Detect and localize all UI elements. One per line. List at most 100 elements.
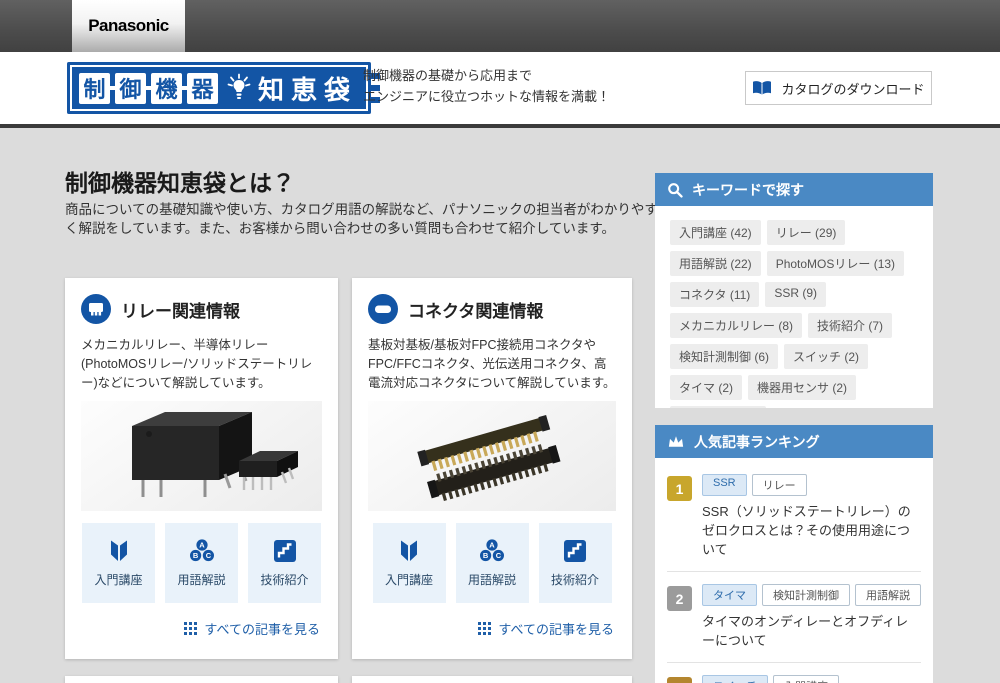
grid-icon — [478, 622, 491, 635]
ranking-item-content: スイッチ 入門講座 モーメンタリ？ オルタネイト？ スイッチ — [702, 675, 921, 683]
main-content: 制御機器知恵袋とは？ 商品についての基礎知識や使い方、カタログ用語の解説など、パ… — [0, 128, 1000, 683]
connector-see-all-link[interactable]: すべての記事を見る — [368, 619, 616, 638]
relay-product-photo — [81, 401, 322, 511]
keyword-tag[interactable]: メカニカルリレー (8) — [670, 313, 802, 338]
relay-card-title: リレー関連情報 — [121, 297, 240, 322]
keyword-tag[interactable]: リレー (29) — [767, 220, 846, 245]
ranking-item: 3 スイッチ 入門講座 モーメンタリ？ オルタネイト？ スイッチ — [667, 663, 921, 683]
site-logo[interactable]: 制 御 機 器 — [67, 62, 371, 114]
keyword-panel-header: キーワードで探す — [655, 173, 933, 206]
svg-text:B: B — [483, 551, 489, 560]
logo-suffix: 知恵袋 — [258, 70, 357, 107]
lightbulb-icon — [227, 73, 251, 103]
logo-char: 器 — [187, 73, 218, 104]
keyword-panel-body: 入門講座 (42) リレー (29) 用語解説 (22) PhotoMOSリレー… — [655, 206, 933, 408]
svg-text:A: A — [199, 541, 205, 550]
ranking-tag[interactable]: 検知計測制御 — [762, 584, 850, 606]
page: Panasonic 制 御 機 器 — [0, 0, 1000, 683]
catalog-download-label: カタログのダウンロード — [781, 79, 924, 98]
tagline: 制御機器の基礎から応用まで エンジニアに役立つホットな情報を満載！ — [363, 65, 610, 107]
connector-info-card: コネクタ関連情報 基板対基板/基板対FPC接続用コネクタやFPC/FFCコネクタ… — [352, 278, 632, 659]
keyword-tag[interactable]: 検知計測制御 (6) — [670, 344, 778, 369]
connector-beginner-course-button[interactable]: 入門講座 — [373, 523, 446, 603]
ranking-tag[interactable]: 用語解説 — [855, 584, 921, 606]
ranking-item-tags: タイマ 検知計測制御 用語解説 — [702, 584, 921, 606]
keyword-tag[interactable]: 技術紹介 (7) — [808, 313, 892, 338]
ranking-panel-body: 1 SSR リレー SSR（ソリッドステートリレー）のゼロクロスとは？その使用用… — [655, 458, 933, 683]
top-bar: Panasonic — [0, 0, 1000, 52]
relay-info-card: リレー関連情報 メカニカルリレー、半導体リレー(PhotoMOSリレー/ソリッド… — [65, 278, 338, 659]
rank-1-badge: 1 — [667, 476, 692, 501]
connector-product-photo — [368, 401, 616, 511]
tagline-line1: 制御機器の基礎から応用まで — [363, 65, 610, 86]
svg-text:C: C — [496, 551, 502, 560]
keyword-tag[interactable]: PhotoMOSリレー (13) — [767, 251, 904, 276]
tagline-line2: エンジニアに役立つホットな情報を満載！ — [363, 86, 610, 107]
panasonic-logo[interactable]: Panasonic — [72, 0, 185, 52]
logo-char: 機 — [151, 73, 182, 104]
abc-blocks-icon: A B C — [479, 538, 505, 564]
svg-text:B: B — [192, 551, 198, 560]
connector-icon — [368, 294, 398, 324]
connector-card-header: コネクタ関連情報 — [368, 294, 616, 324]
ranking-item-title[interactable]: SSR（ソリッドステートリレー）のゼロクロスとは？その使用用途について — [702, 502, 921, 559]
ranking-tag[interactable]: 入門講座 — [773, 675, 839, 683]
grid-icon — [184, 622, 197, 635]
keyword-tag[interactable]: タイマ (2) — [670, 375, 742, 400]
keyword-tag[interactable]: SSR (9) — [765, 282, 826, 307]
tech-steps-icon — [562, 538, 588, 564]
svg-text:A: A — [489, 541, 495, 550]
next-row-card — [352, 676, 632, 683]
tech-steps-icon — [272, 538, 298, 564]
svg-text:C: C — [205, 551, 211, 560]
next-row-card — [65, 676, 338, 683]
relay-beginner-course-button[interactable]: 入門講座 — [82, 523, 155, 603]
relay-card-description: メカニカルリレー、半導体リレー(PhotoMOSリレー/ソリッドステートリレー)… — [81, 336, 322, 393]
ranking-tag[interactable]: タイマ — [702, 584, 757, 606]
ranking-item: 1 SSR リレー SSR（ソリッドステートリレー）のゼロクロスとは？その使用用… — [667, 462, 921, 572]
relay-category-buttons: 入門講座 A B C 用語解説 — [81, 523, 322, 603]
relay-icon — [81, 294, 111, 324]
keyword-tag[interactable]: コネクタ (11) — [670, 282, 759, 307]
ranking-item-content: SSR リレー SSR（ソリッドステートリレー）のゼロクロスとは？その使用用途に… — [702, 474, 921, 559]
ranking-panel-header: 人気記事ランキング — [655, 425, 933, 458]
connector-category-buttons: 入門講座 A B C 用語解説 — [368, 523, 616, 603]
ranking-tag[interactable]: リレー — [752, 474, 807, 496]
keyword-tag[interactable]: スイッチ (2) — [784, 344, 868, 369]
relay-glossary-button[interactable]: A B C 用語解説 — [165, 523, 238, 603]
ranking-tag[interactable]: スイッチ — [702, 675, 768, 683]
ranking-item-content: タイマ 検知計測制御 用語解説 タイマのオンディレーとオフディレーについて — [702, 584, 921, 650]
page-title: 制御機器知恵袋とは？ — [65, 164, 295, 198]
relay-see-all-link[interactable]: すべての記事を見る — [81, 619, 322, 638]
panasonic-logo-text: Panasonic — [88, 16, 169, 36]
logo-char: 御 — [115, 73, 146, 104]
keyword-tag[interactable]: 機器用センサ (2) — [748, 375, 856, 400]
search-icon — [667, 182, 683, 198]
connector-card-title: コネクタ関連情報 — [408, 297, 543, 322]
beginner-mark-icon — [106, 538, 132, 564]
connector-card-description: 基板対基板/基板対FPC接続用コネクタやFPC/FFCコネクタ、光伝送用コネクタ… — [368, 336, 616, 393]
ranking-item-tags: SSR リレー — [702, 474, 921, 496]
ranking-item: 2 タイマ 検知計測制御 用語解説 タイマのオンディレーとオフディレーについて — [667, 572, 921, 663]
rank-2-badge: 2 — [667, 586, 692, 611]
connector-glossary-button[interactable]: A B C 用語解説 — [456, 523, 529, 603]
beginner-mark-icon — [396, 538, 422, 564]
connector-technology-button[interactable]: 技術紹介 — [539, 523, 612, 603]
ranking-item-title[interactable]: タイマのオンディレーとオフディレーについて — [702, 612, 921, 650]
relay-card-header: リレー関連情報 — [81, 294, 322, 324]
abc-blocks-icon: A B C — [189, 538, 215, 564]
ranking-tag[interactable]: SSR — [702, 474, 747, 496]
page-description: 商品についての基礎知識や使い方、カタログ用語の解説など、パナソニックの担当者がわ… — [65, 200, 665, 238]
ranking-panel-title: 人気記事ランキング — [694, 432, 820, 452]
keyword-tag[interactable]: 簡易電力計 (1) — [670, 406, 766, 408]
keyword-tag-list: 入門講座 (42) リレー (29) 用語解説 (22) PhotoMOSリレー… — [667, 217, 921, 408]
site-header: 制 御 機 器 — [0, 52, 1000, 124]
keyword-tag[interactable]: 用語解説 (22) — [670, 251, 761, 276]
keyword-tag[interactable]: 入門講座 (42) — [670, 220, 761, 245]
crown-icon — [667, 434, 685, 449]
relay-technology-button[interactable]: 技術紹介 — [248, 523, 321, 603]
book-icon — [752, 80, 772, 96]
catalog-download-button[interactable]: カタログのダウンロード — [745, 71, 932, 105]
ranking-item-tags: スイッチ 入門講座 — [702, 675, 921, 683]
keyword-panel-title: キーワードで探す — [692, 180, 804, 200]
